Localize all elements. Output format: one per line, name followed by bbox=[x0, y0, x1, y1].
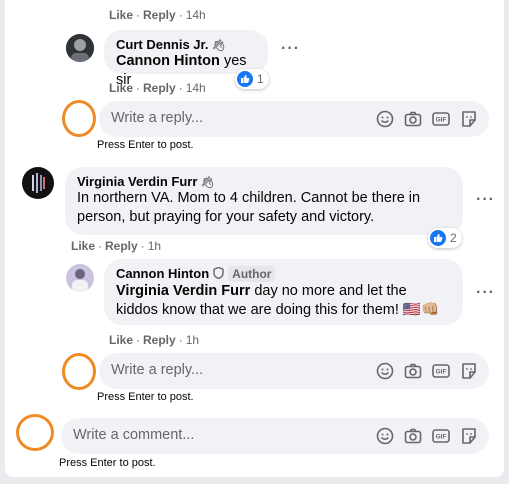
like-reaction-icon bbox=[430, 230, 446, 246]
emoji-icon[interactable] bbox=[375, 361, 395, 381]
comment-bubble: Curt Dennis Jr. 👋︎ Cannon Hinton yes sir bbox=[104, 30, 268, 88]
timestamp[interactable]: 14h bbox=[186, 81, 206, 95]
wave-icon: 👋︎ bbox=[200, 177, 215, 189]
reaction-count[interactable]: 2 bbox=[428, 228, 462, 248]
press-enter-hint: Press Enter to post. bbox=[97, 391, 194, 403]
input-tools: GIF bbox=[375, 361, 479, 381]
reaction-count[interactable]: 1 bbox=[235, 69, 269, 89]
comment-bubble: Cannon Hinton Author Virginia Verdin Furr… bbox=[104, 259, 463, 325]
like-reaction-icon bbox=[237, 71, 253, 87]
author-shield-icon bbox=[213, 267, 224, 279]
highlight-circle bbox=[62, 100, 96, 137]
comment-bubble: Virginia Verdin Furr 👋︎ In northern VA. M… bbox=[65, 167, 463, 235]
comment-actions: Like · Reply · 14h bbox=[109, 81, 206, 95]
reply-link[interactable]: Reply bbox=[105, 239, 138, 253]
reply-input[interactable]: Write a reply... GIF bbox=[99, 353, 489, 389]
svg-text:GIF: GIF bbox=[436, 369, 447, 376]
camera-icon[interactable] bbox=[403, 426, 423, 446]
gif-icon[interactable]: GIF bbox=[431, 361, 451, 381]
press-enter-hint: Press Enter to post. bbox=[59, 457, 156, 469]
reply-input[interactable]: Write a reply... GIF bbox=[99, 101, 489, 137]
wave-icon: 👋︎ bbox=[211, 40, 226, 52]
like-link[interactable]: Like bbox=[71, 239, 95, 253]
comment-actions: Like · Reply · 1h bbox=[109, 333, 200, 347]
like-link[interactable]: Like bbox=[109, 8, 133, 22]
reply-placeholder: Write a reply... bbox=[111, 110, 204, 126]
reply-link[interactable]: Reply bbox=[143, 81, 176, 95]
press-enter-hint: Press Enter to post. bbox=[97, 139, 194, 151]
comment-actions: Like · Reply · 14h bbox=[109, 8, 206, 22]
comment-actions: Like · Reply · 1h bbox=[71, 239, 162, 253]
comment-author[interactable]: Cannon Hinton Author bbox=[116, 266, 451, 282]
like-link[interactable]: Like bbox=[109, 333, 133, 347]
mention-link[interactable]: Cannon Hinton bbox=[116, 53, 220, 69]
timestamp[interactable]: 1h bbox=[186, 333, 199, 347]
emoji-icon[interactable] bbox=[375, 109, 395, 129]
comment-text: In northern VA. Mom to 4 children. Canno… bbox=[77, 190, 421, 225]
avatar[interactable] bbox=[22, 167, 54, 199]
comment-input[interactable]: Write a comment... GIF bbox=[61, 418, 489, 454]
mention-link[interactable]: Virginia Verdin Furr bbox=[116, 283, 250, 299]
reply-link[interactable]: Reply bbox=[143, 8, 176, 22]
emoji-icon[interactable] bbox=[375, 426, 395, 446]
gif-icon[interactable]: GIF bbox=[431, 426, 451, 446]
comment-author[interactable]: Virginia Verdin Furr 👋︎ bbox=[77, 174, 451, 189]
reply-link[interactable]: Reply bbox=[143, 333, 176, 347]
timestamp[interactable]: 14h bbox=[186, 8, 206, 22]
like-link[interactable]: Like bbox=[109, 81, 133, 95]
sticker-icon[interactable] bbox=[459, 361, 479, 381]
sticker-icon[interactable] bbox=[459, 109, 479, 129]
more-options-icon[interactable]: ··· bbox=[476, 191, 495, 209]
input-tools: GIF bbox=[375, 426, 479, 446]
reply-placeholder: Write a reply... bbox=[111, 362, 204, 378]
avatar[interactable] bbox=[66, 34, 94, 62]
timestamp[interactable]: 1h bbox=[148, 239, 161, 253]
more-options-icon[interactable]: ··· bbox=[476, 284, 495, 302]
input-tools: GIF bbox=[375, 109, 479, 129]
highlight-circle bbox=[16, 414, 54, 451]
highlight-circle bbox=[62, 353, 96, 390]
comment-text: Virginia Verdin Furr day no more and let… bbox=[116, 283, 440, 318]
avatar[interactable] bbox=[66, 264, 94, 292]
camera-icon[interactable] bbox=[403, 109, 423, 129]
comment-author[interactable]: Curt Dennis Jr. 👋︎ bbox=[116, 37, 256, 52]
camera-icon[interactable] bbox=[403, 361, 423, 381]
svg-text:GIF: GIF bbox=[436, 434, 447, 441]
author-badge: Author bbox=[228, 266, 276, 282]
gif-icon[interactable]: GIF bbox=[431, 109, 451, 129]
more-options-icon[interactable]: ··· bbox=[281, 40, 300, 58]
comments-panel: Like · Reply · 14h Curt Dennis Jr. 👋︎ Cannon … bbox=[5, 0, 504, 477]
svg-text:GIF: GIF bbox=[436, 117, 447, 124]
comment-placeholder: Write a comment... bbox=[73, 427, 195, 443]
sticker-icon[interactable] bbox=[459, 426, 479, 446]
